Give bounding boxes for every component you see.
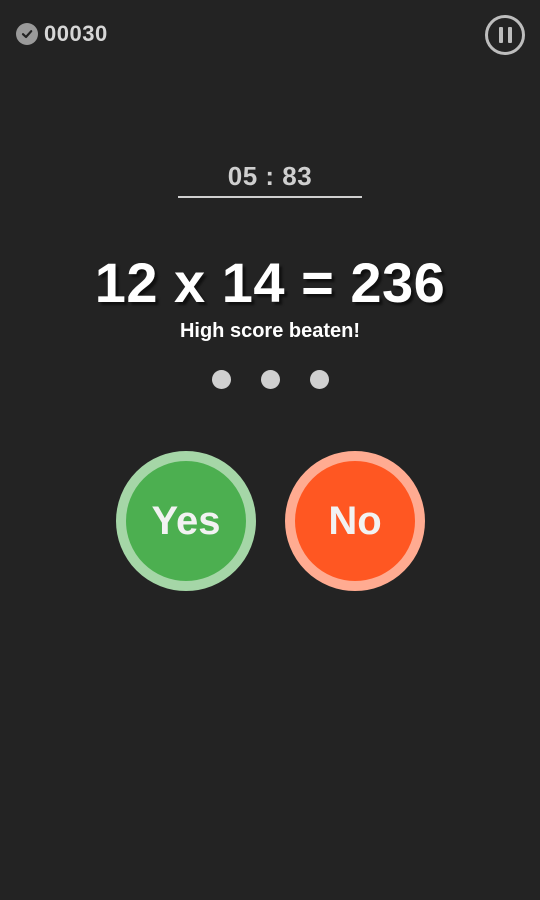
check-icon bbox=[16, 23, 38, 45]
score-value: 00030 bbox=[44, 21, 108, 46]
progress-dot bbox=[309, 370, 329, 389]
progress-dot bbox=[211, 370, 231, 389]
yes-button[interactable]: Yes bbox=[116, 451, 256, 591]
progress-dot bbox=[260, 370, 280, 389]
status-message: High score beaten! bbox=[179, 320, 361, 342]
equation: 12 x 14 = 236 bbox=[94, 251, 446, 314]
timer: 05 : 83 bbox=[178, 161, 362, 198]
pause-icon bbox=[498, 27, 503, 43]
pause-icon bbox=[507, 27, 512, 43]
no-button[interactable]: No bbox=[285, 451, 425, 591]
score-display: 00030 bbox=[16, 21, 108, 47]
progress-dots bbox=[0, 370, 540, 389]
pause-button[interactable] bbox=[485, 15, 525, 55]
